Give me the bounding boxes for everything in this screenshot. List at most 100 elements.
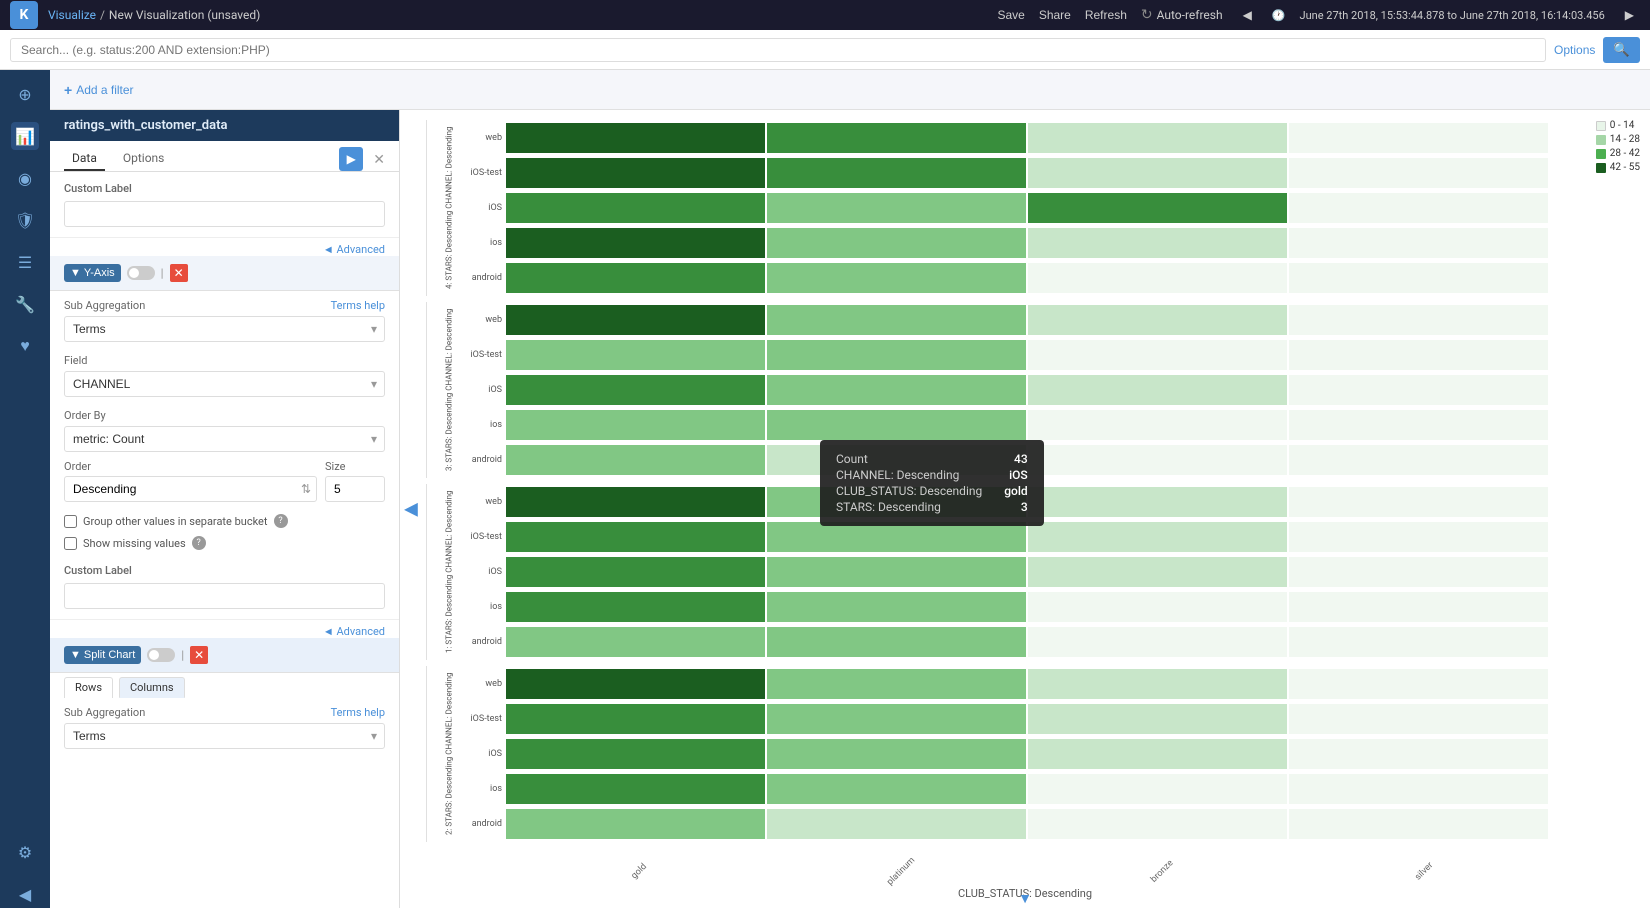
tab-options[interactable]: Options: [115, 147, 173, 171]
hm-cell-0-3-3[interactable]: [1289, 228, 1548, 258]
advanced-link-2[interactable]: ◄ Advanced: [323, 625, 385, 638]
hm-cell-2-0-2[interactable]: [1028, 487, 1287, 517]
hm-cell-0-3-1[interactable]: [767, 228, 1026, 258]
hm-cell-1-0-0[interactable]: [506, 305, 765, 335]
hm-row-1-3[interactable]: ios: [456, 409, 1550, 441]
chart-nav-left-button[interactable]: ◀: [404, 499, 418, 520]
hm-row-3-2[interactable]: iOS: [456, 738, 1550, 770]
hm-cell-0-2-3[interactable]: [1289, 193, 1548, 223]
size-input[interactable]: [325, 476, 385, 502]
sidebar-icon-list[interactable]: ☰: [11, 248, 39, 276]
hm-cell-0-2-0[interactable]: [506, 193, 765, 223]
hm-cell-2-4-1[interactable]: [767, 627, 1026, 657]
hm-cell-0-0-1[interactable]: [767, 123, 1026, 153]
hm-cell-1-3-2[interactable]: [1028, 410, 1287, 440]
hm-cell-0-1-0[interactable]: [506, 158, 765, 188]
order-select[interactable]: Descending Ascending: [64, 476, 317, 502]
hm-cell-0-0-3[interactable]: [1289, 123, 1548, 153]
hm-row-3-1[interactable]: iOS-test: [456, 703, 1550, 735]
sidebar-icon-arrow-left[interactable]: ◀: [11, 880, 39, 908]
y-axis-toggle-switch[interactable]: [127, 266, 155, 280]
hm-cell-3-1-1[interactable]: [767, 704, 1026, 734]
hm-row-2-1[interactable]: iOS-test: [456, 521, 1550, 553]
hm-cell-3-1-0[interactable]: [506, 704, 765, 734]
hm-cell-1-4-2[interactable]: [1028, 445, 1287, 475]
hm-cell-0-0-2[interactable]: [1028, 123, 1287, 153]
sidebar-icon-alert[interactable]: 🛡: [11, 206, 39, 234]
hm-cell-1-3-3[interactable]: [1289, 410, 1548, 440]
hm-cell-0-4-0[interactable]: [506, 263, 765, 293]
hm-cell-3-2-1[interactable]: [767, 739, 1026, 769]
hm-cell-2-2-1[interactable]: [767, 557, 1026, 587]
hm-row-2-2[interactable]: iOS: [456, 556, 1550, 588]
run-button[interactable]: ▶: [339, 147, 363, 171]
hm-cell-1-4-1[interactable]: [767, 445, 1026, 475]
tab-data[interactable]: Data: [64, 147, 105, 171]
hm-cell-2-4-3[interactable]: [1289, 627, 1548, 657]
hm-cell-3-0-2[interactable]: [1028, 669, 1287, 699]
hm-row-2-4[interactable]: android: [456, 626, 1550, 658]
hm-row-3-4[interactable]: android: [456, 808, 1550, 840]
time-next-button[interactable]: ▶: [1619, 6, 1640, 24]
hm-cell-2-2-2[interactable]: [1028, 557, 1287, 587]
hm-cell-3-0-1[interactable]: [767, 669, 1026, 699]
split-remove-button[interactable]: ✕: [190, 646, 208, 664]
search-input[interactable]: [10, 38, 1546, 62]
split-tab-columns[interactable]: Columns: [119, 677, 185, 698]
hm-row-0-0[interactable]: web: [456, 122, 1550, 154]
hm-cell-2-3-1[interactable]: [767, 592, 1026, 622]
show-missing-checkbox[interactable]: [64, 537, 77, 550]
hm-cell-1-1-1[interactable]: [767, 340, 1026, 370]
hm-cell-0-1-1[interactable]: [767, 158, 1026, 188]
hm-cell-1-4-0[interactable]: [506, 445, 765, 475]
y-axis-remove-button[interactable]: ✕: [170, 264, 188, 282]
hm-row-0-1[interactable]: iOS-test: [456, 157, 1550, 189]
hm-cell-1-2-3[interactable]: [1289, 375, 1548, 405]
hm-cell-1-0-2[interactable]: [1028, 305, 1287, 335]
y-axis-toggle-button[interactable]: ▼ Y-Axis: [64, 264, 121, 282]
hm-row-0-3[interactable]: ios: [456, 227, 1550, 259]
hm-cell-1-1-3[interactable]: [1289, 340, 1548, 370]
split-toggle-switch[interactable]: [147, 648, 175, 662]
hm-cell-0-4-1[interactable]: [767, 263, 1026, 293]
order-by-select[interactable]: metric: Count alphabetical: [64, 426, 385, 452]
hm-cell-2-1-3[interactable]: [1289, 522, 1548, 552]
hm-cell-2-0-1[interactable]: [767, 487, 1026, 517]
hm-cell-0-4-3[interactable]: [1289, 263, 1548, 293]
hm-cell-2-4-2[interactable]: [1028, 627, 1287, 657]
hm-row-2-0[interactable]: web: [456, 486, 1550, 518]
hm-row-1-0[interactable]: web: [456, 304, 1550, 336]
terms-help-link[interactable]: Terms help: [331, 299, 385, 312]
hm-cell-3-2-0[interactable]: [506, 739, 765, 769]
hm-cell-2-1-0[interactable]: [506, 522, 765, 552]
hm-cell-1-4-3[interactable]: [1289, 445, 1548, 475]
hm-cell-0-1-2[interactable]: [1028, 158, 1287, 188]
hm-cell-3-4-3[interactable]: [1289, 809, 1548, 839]
hm-row-3-0[interactable]: web: [456, 668, 1550, 700]
options-button[interactable]: Options: [1554, 43, 1595, 57]
hm-cell-3-2-2[interactable]: [1028, 739, 1287, 769]
hm-row-2-3[interactable]: ios: [456, 591, 1550, 623]
hm-cell-2-4-0[interactable]: [506, 627, 765, 657]
hm-row-1-1[interactable]: iOS-test: [456, 339, 1550, 371]
sidebar-icon-settings[interactable]: ⚙: [11, 838, 39, 866]
hm-cell-0-2-1[interactable]: [767, 193, 1026, 223]
hm-cell-2-3-0[interactable]: [506, 592, 765, 622]
split-tab-rows[interactable]: Rows: [64, 677, 113, 698]
hm-cell-3-0-3[interactable]: [1289, 669, 1548, 699]
sidebar-icon-dashboard[interactable]: ⊕: [11, 80, 39, 108]
refresh-button[interactable]: Refresh: [1085, 8, 1127, 22]
hm-cell-1-0-1[interactable]: [767, 305, 1026, 335]
hm-cell-2-2-0[interactable]: [506, 557, 765, 587]
hm-cell-0-0-0[interactable]: [506, 123, 765, 153]
terms2-select[interactable]: Terms Filters Histogram: [64, 723, 385, 749]
hm-cell-3-2-3[interactable]: [1289, 739, 1548, 769]
hm-cell-2-1-2[interactable]: [1028, 522, 1287, 552]
auto-refresh-toggle[interactable]: ↻ Auto-refresh: [1141, 7, 1223, 23]
hm-cell-1-2-1[interactable]: [767, 375, 1026, 405]
hm-row-0-4[interactable]: android: [456, 262, 1550, 294]
hm-row-1-2[interactable]: iOS: [456, 374, 1550, 406]
hm-cell-0-3-0[interactable]: [506, 228, 765, 258]
custom-label-input[interactable]: [64, 201, 385, 227]
hm-cell-1-1-2[interactable]: [1028, 340, 1287, 370]
